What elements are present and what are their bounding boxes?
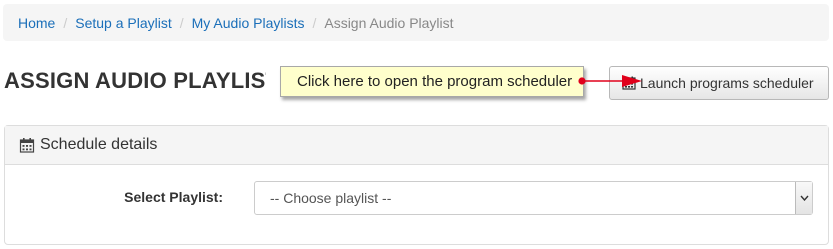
calendar-icon — [19, 137, 35, 153]
breadcrumb: Home / Setup a Playlist / My Audio Playl… — [3, 4, 829, 41]
playlist-select-value: -- Choose playlist -- — [270, 190, 392, 206]
arrow-head — [622, 75, 642, 87]
breadcrumb-home-link[interactable]: Home — [18, 15, 55, 31]
callout-text: Click here to open the program scheduler — [297, 73, 573, 90]
panel-heading: Schedule details — [5, 126, 828, 165]
breadcrumb-separator: / — [179, 14, 184, 31]
callout-arrow — [578, 75, 642, 87]
breadcrumb-current: Assign Audio Playlist — [324, 14, 454, 31]
breadcrumb-separator: / — [63, 14, 68, 31]
schedule-details-panel: Schedule details Select Playlist: -- Cho… — [4, 125, 829, 245]
select-playlist-label: Select Playlist: — [124, 189, 223, 205]
launch-button-label: Launch programs scheduler — [640, 75, 814, 91]
tooltip-callout: Click here to open the program scheduler — [280, 66, 584, 97]
panel-heading-title: Schedule details — [40, 136, 158, 153]
chevron-down-icon[interactable] — [795, 182, 812, 214]
playlist-select[interactable]: -- Choose playlist -- — [254, 181, 813, 215]
breadcrumb-my-audio-playlists-link[interactable]: My Audio Playlists — [192, 15, 305, 31]
playlist-form-row: Select Playlist: -- Choose playlist -- — [5, 181, 828, 215]
breadcrumb-separator: / — [312, 14, 317, 31]
page-title: ASSIGN AUDIO PLAYLIST — [4, 68, 266, 93]
breadcrumb-setup-playlist-link[interactable]: Setup a Playlist — [75, 15, 172, 31]
